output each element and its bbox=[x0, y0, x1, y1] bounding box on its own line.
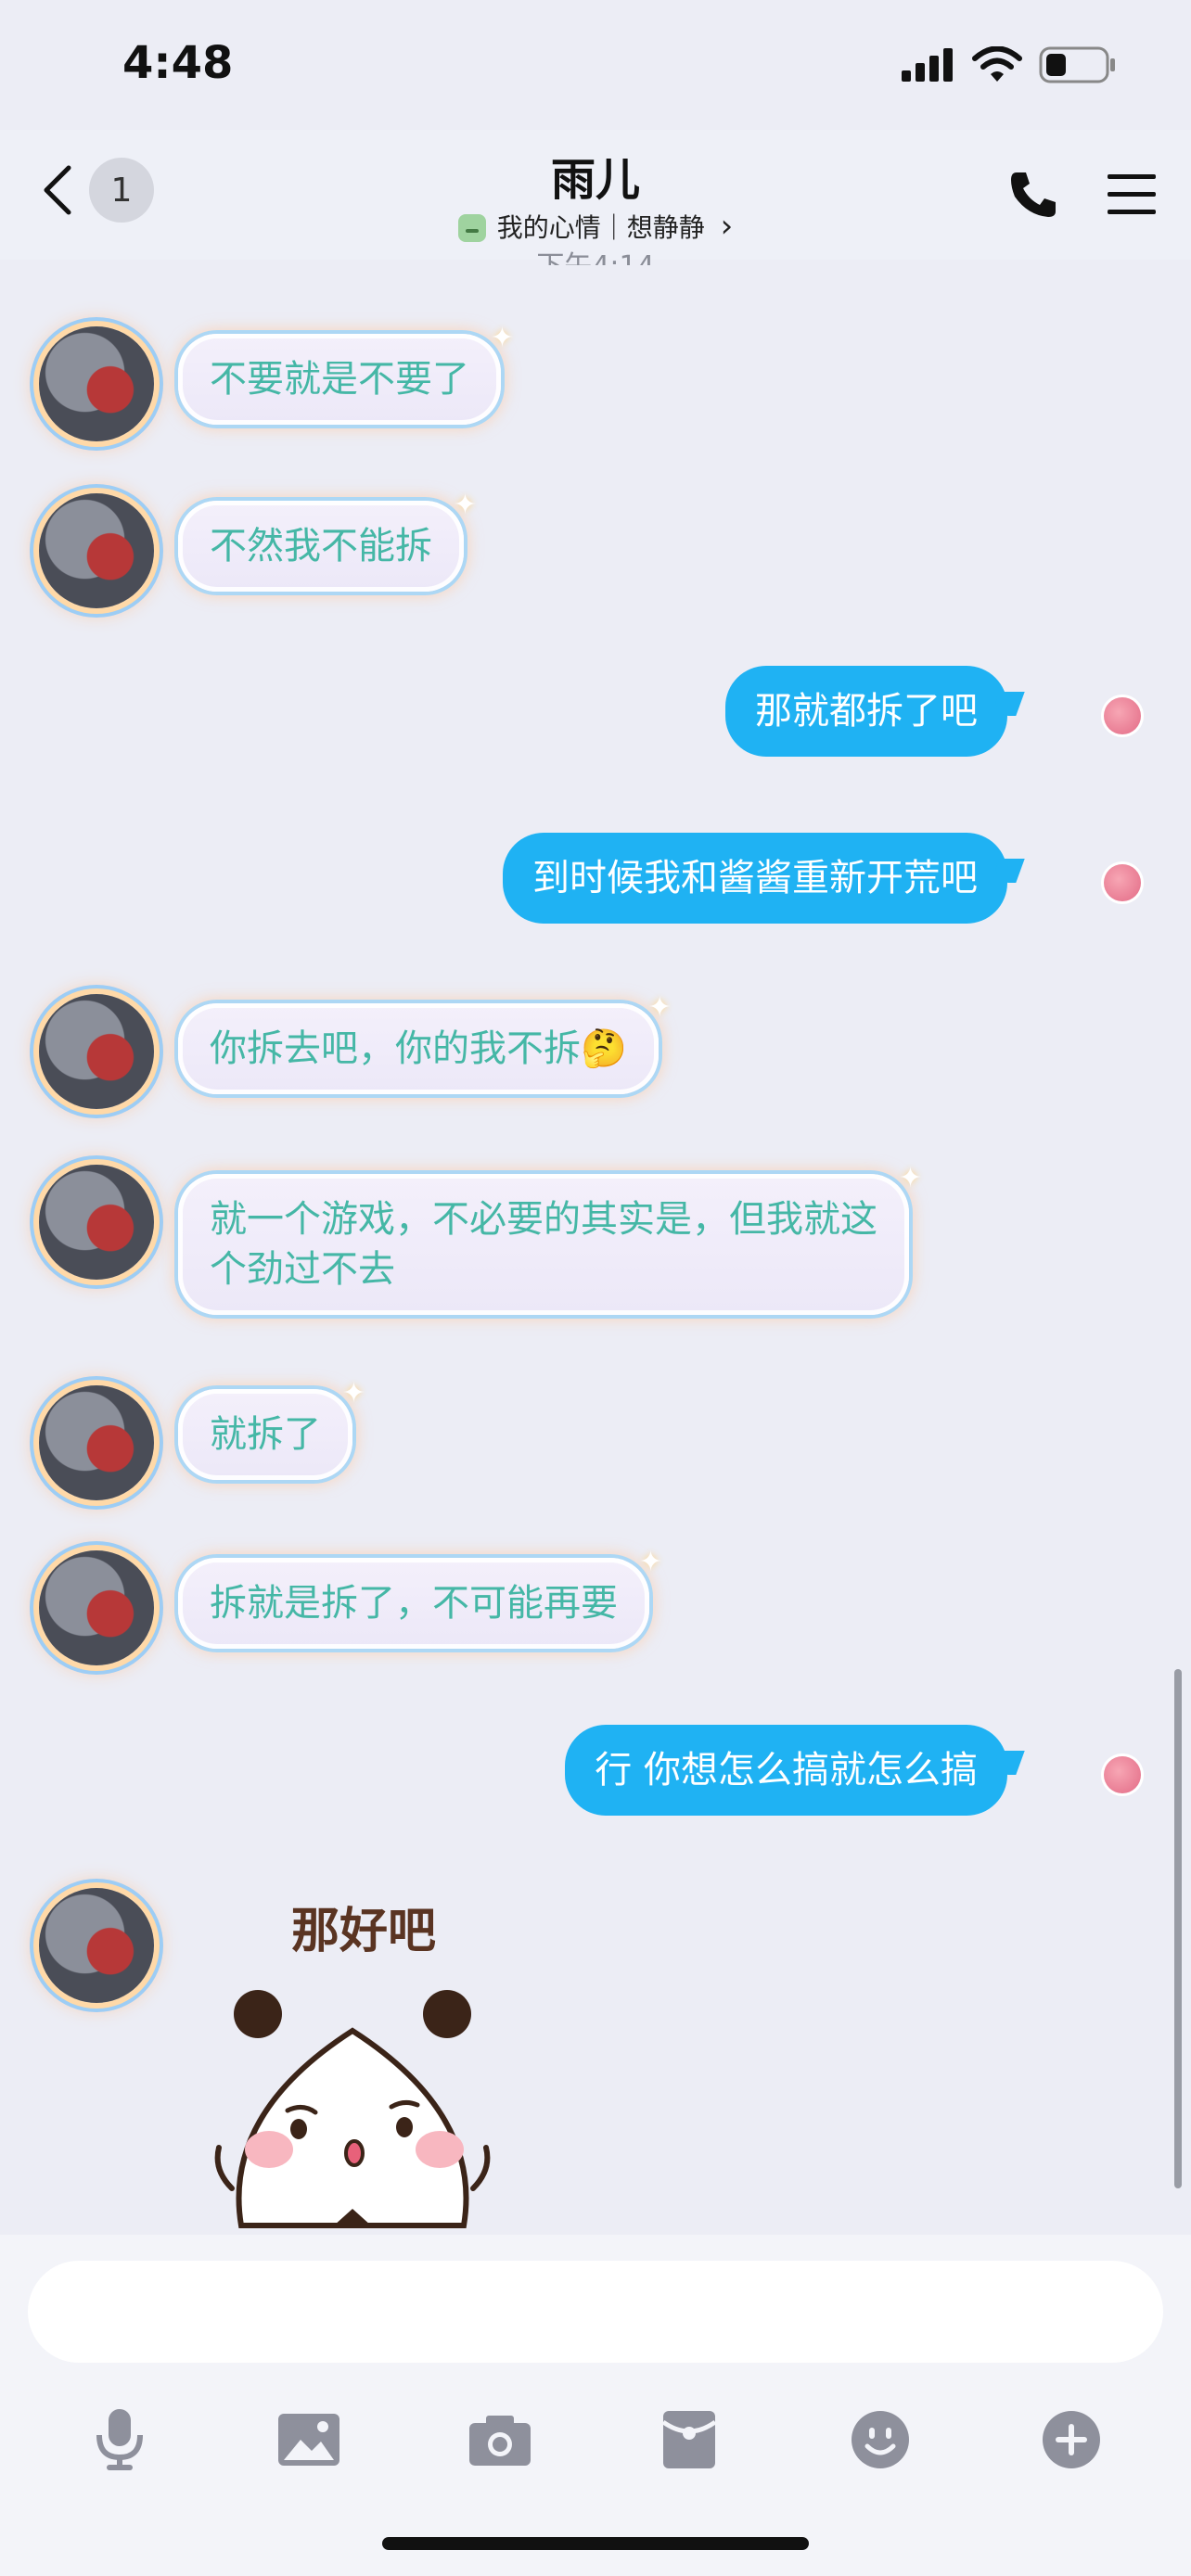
panda-sticker[interactable]: 那好吧 bbox=[213, 1892, 529, 2235]
incoming-message-bubble[interactable]: 就一个游戏，不必要的其实是，但我就这 个劲过不去 bbox=[178, 1154, 922, 1315]
chevron-right-icon: › bbox=[720, 208, 734, 245]
plus-icon bbox=[1043, 2411, 1100, 2468]
status-time: 4:48 bbox=[122, 37, 234, 89]
incoming-message-bubble[interactable]: 你拆去吧，你的我不拆🤔 bbox=[178, 983, 672, 1094]
microphone-icon bbox=[96, 2409, 143, 2470]
panda-face-icon bbox=[214, 1990, 491, 2228]
status-icons bbox=[900, 46, 1117, 83]
message-text: 你拆去吧，你的我不拆 bbox=[210, 1027, 581, 1070]
scrollbar[interactable] bbox=[1174, 1669, 1182, 2188]
incoming-message-bubble[interactable]: 就拆了 bbox=[178, 1369, 365, 1480]
timestamp: 下午4:14 bbox=[0, 243, 1191, 265]
incoming-message-bubble[interactable]: 不然我不能拆 bbox=[178, 480, 477, 592]
sticker-caption: 那好吧 bbox=[291, 1904, 437, 1959]
camera-icon bbox=[469, 2416, 531, 2466]
mood-face-icon bbox=[457, 214, 486, 242]
phone-call-icon[interactable] bbox=[1007, 169, 1059, 221]
more-button[interactable] bbox=[1020, 2389, 1122, 2491]
contact-avatar[interactable] bbox=[39, 994, 154, 1109]
message-input[interactable] bbox=[28, 2261, 1163, 2363]
status-bar: 4:48 bbox=[0, 0, 1191, 130]
wifi-icon bbox=[972, 46, 1022, 82]
input-panel bbox=[0, 2235, 1191, 2576]
red-envelope-button[interactable] bbox=[638, 2389, 740, 2491]
home-indicator[interactable] bbox=[382, 2537, 809, 2550]
emoji-icon bbox=[852, 2411, 909, 2468]
contact-avatar[interactable] bbox=[39, 493, 154, 608]
battery-icon bbox=[1039, 46, 1115, 83]
emoji-button[interactable] bbox=[829, 2389, 931, 2491]
menu-icon[interactable] bbox=[1106, 172, 1158, 217]
my-avatar[interactable] bbox=[1104, 864, 1141, 901]
red-envelope-icon bbox=[661, 2411, 717, 2468]
outgoing-message-bubble[interactable]: 那就都拆了吧 bbox=[725, 666, 1007, 757]
camera-button[interactable] bbox=[449, 2389, 551, 2491]
cellular-signal-icon bbox=[902, 48, 953, 82]
outgoing-message-bubble[interactable]: 到时候我和酱酱重新开荒吧 bbox=[503, 833, 1007, 924]
message-text-line: 个劲过不去 bbox=[210, 1248, 395, 1291]
my-avatar[interactable] bbox=[1104, 1756, 1141, 1793]
thinking-emoji: 🤔 bbox=[581, 1027, 627, 1070]
input-toolbar bbox=[0, 2389, 1191, 2491]
message-text-line: 就一个游戏，不必要的其实是，但我就这 bbox=[210, 1198, 877, 1241]
outgoing-message-bubble[interactable]: 行 你想怎么搞就怎么搞 bbox=[565, 1725, 1007, 1816]
chat-screen: 4:48 1 雨儿 我的心情｜想静静 › 不要就是不要了 ✦ 不然我不能拆 ✦ … bbox=[0, 0, 1191, 2576]
voice-button[interactable] bbox=[69, 2389, 171, 2491]
contact-avatar[interactable] bbox=[39, 1385, 154, 1500]
contact-avatar[interactable] bbox=[39, 1550, 154, 1665]
chat-header: 1 雨儿 我的心情｜想静静 › bbox=[0, 130, 1191, 260]
contact-avatar[interactable] bbox=[39, 1888, 154, 2003]
mood-text: 我的心情｜想静静 bbox=[496, 212, 705, 243]
incoming-message-bubble[interactable]: 拆就是拆了，不可能再要 bbox=[178, 1537, 662, 1649]
my-avatar[interactable] bbox=[1104, 697, 1141, 734]
image-icon bbox=[278, 2414, 339, 2466]
contact-avatar[interactable] bbox=[39, 1165, 154, 1280]
header-actions bbox=[1007, 169, 1158, 221]
contact-avatar[interactable] bbox=[39, 326, 154, 441]
incoming-message-bubble[interactable]: 不要就是不要了 bbox=[178, 313, 514, 425]
photo-button[interactable] bbox=[258, 2389, 360, 2491]
